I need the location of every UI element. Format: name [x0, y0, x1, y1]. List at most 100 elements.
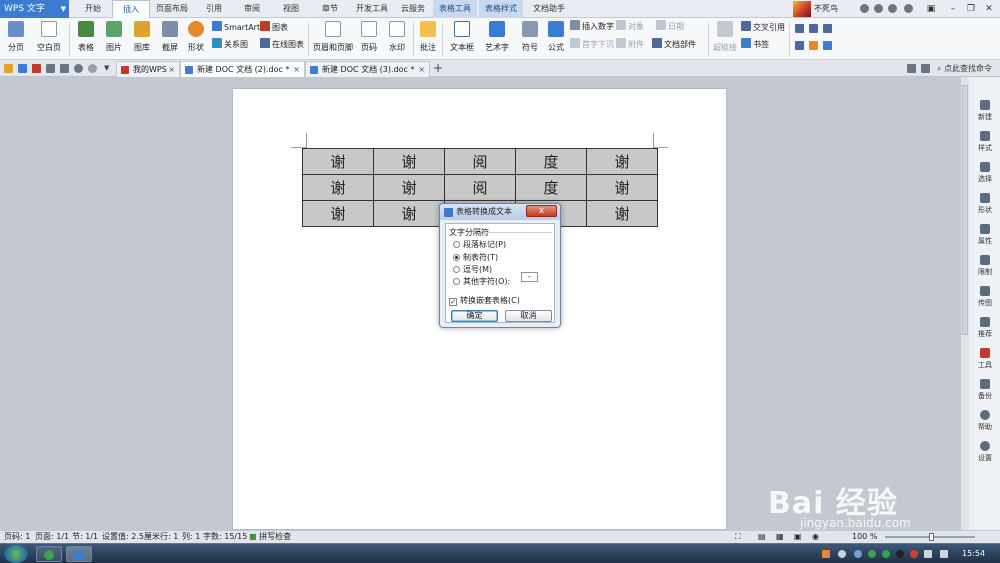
sidebar-item-select[interactable]: 选择 [970, 162, 1000, 184]
doc-parts-button[interactable]: 文档部件 [652, 38, 696, 52]
sidebar-item-restrict[interactable]: 限制 [970, 255, 1000, 277]
taskbar-clock[interactable]: 15:54 [962, 544, 985, 563]
hyperlink-button[interactable]: 超链接 [712, 21, 738, 52]
sidebar-item-upload-image[interactable]: 传图 [970, 286, 1000, 308]
view-web-icon[interactable]: ▣ [794, 531, 802, 543]
taskbar-app-wps[interactable] [66, 546, 92, 562]
dialog-close-button[interactable]: x [526, 205, 557, 217]
scrollbar-thumb[interactable] [962, 85, 968, 335]
blank-page-button[interactable]: 空白页 [33, 21, 65, 52]
table-cell[interactable]: 谢 [302, 148, 374, 175]
avatar[interactable] [793, 1, 811, 17]
sidebar-item-help[interactable]: 帮助 [970, 410, 1000, 432]
tab-table-tools[interactable]: 表格工具 [433, 0, 477, 18]
open-icon[interactable] [4, 64, 13, 73]
sidebar-item-properties[interactable]: 属性 [970, 224, 1000, 246]
table-cell[interactable]: 度 [515, 148, 587, 175]
view-outline-icon[interactable]: ▦ [776, 531, 784, 543]
grid-icon[interactable] [823, 24, 832, 33]
bookmark-button[interactable]: 书签 [741, 38, 769, 52]
save-icon[interactable] [18, 64, 27, 73]
spell-check-button[interactable]: ■ 拼写检查 [249, 531, 291, 543]
new-tab-icon[interactable]: + [433, 62, 443, 74]
comment-button[interactable]: 批注 [417, 21, 439, 52]
find-command[interactable]: ⌕ 点此查找命令 [937, 60, 992, 77]
table-cell[interactable]: 谢 [302, 200, 374, 227]
ok-button[interactable]: 确定 [451, 310, 498, 322]
gear-icon[interactable] [874, 4, 883, 13]
skin-icon[interactable] [860, 4, 869, 13]
tab-view[interactable]: 视图 [274, 0, 308, 18]
option-other[interactable]: 其他字符(O): [453, 277, 510, 287]
view-icon[interactable] [795, 41, 804, 50]
attachment-button[interactable]: 附件 [616, 38, 644, 52]
textbox-button[interactable]: 文本框 [447, 21, 477, 52]
layout-icon[interactable] [795, 24, 804, 33]
tab-table-style[interactable]: 表格样式 [479, 0, 523, 18]
table-cell[interactable]: 谢 [586, 200, 658, 227]
formula-button[interactable]: 公式 [545, 21, 567, 52]
maximize-button[interactable]: ❐ [962, 0, 980, 18]
cross-ref-button[interactable]: 交叉引用 [741, 21, 785, 35]
table-cell[interactable]: 谢 [586, 174, 658, 201]
table-cell[interactable]: 阅 [444, 148, 516, 175]
option-comma[interactable]: 逗号(M) [453, 265, 492, 275]
minimize-button[interactable]: – [944, 0, 962, 18]
online-chart-button[interactable]: 在线图表 [260, 38, 304, 52]
paint-icon[interactable] [809, 41, 818, 50]
sidebar-item-new[interactable]: 新建 [970, 100, 1000, 122]
close-icon[interactable]: × [168, 62, 175, 78]
tab-doc-assistant[interactable]: 文档助手 [527, 0, 571, 18]
sidebar-item-recommend[interactable]: 推荐 [970, 317, 1000, 339]
tray-app-icon[interactable] [822, 550, 830, 558]
tab-home[interactable]: 开始 [77, 0, 109, 18]
vertical-scrollbar[interactable] [961, 77, 969, 530]
table-cell[interactable]: 谢 [373, 148, 445, 175]
display-icon[interactable] [924, 550, 932, 558]
table-cell[interactable]: 谢 [373, 174, 445, 201]
close-icon[interactable]: × [293, 62, 300, 78]
wordart-button[interactable]: 艺术字 [481, 21, 513, 52]
tab-review[interactable]: 审阅 [235, 0, 269, 18]
pdf-icon[interactable] [32, 64, 41, 73]
relation-button[interactable]: 关系图 [212, 38, 248, 52]
shirt-icon[interactable] [888, 4, 897, 13]
sidebar-item-backup[interactable]: 备份 [970, 379, 1000, 401]
print-icon[interactable] [46, 64, 55, 73]
redo-icon[interactable] [88, 64, 97, 73]
tab-references[interactable]: 引用 [197, 0, 231, 18]
tab-doc-2[interactable]: 新建 DOC 文档 (2).doc * × [180, 61, 305, 77]
chart-button[interactable]: 图表 [260, 21, 288, 35]
sidebar-item-tools[interactable]: 工具 [970, 348, 1000, 370]
update-icon[interactable] [882, 550, 890, 558]
object-button[interactable]: 对象 [616, 20, 644, 34]
share-icon[interactable] [921, 64, 930, 73]
close-button[interactable]: ✕ [980, 0, 998, 18]
sidebar-item-shape[interactable]: 形状 [970, 193, 1000, 215]
taskbar-app-browser[interactable] [36, 546, 62, 562]
antivirus-icon[interactable] [910, 550, 918, 558]
page-break-button[interactable]: 分页 [2, 21, 30, 52]
app-menu-button[interactable]: WPS 文字 ▼ [0, 0, 69, 18]
symbol-button[interactable]: 符号 [518, 21, 542, 52]
table-cell[interactable]: 谢 [373, 200, 445, 227]
cancel-button[interactable]: 取消 [505, 310, 552, 322]
header-footer-button[interactable]: 页眉和页脚 [313, 21, 353, 52]
sidebar-item-settings[interactable]: 设置 [970, 441, 1000, 463]
dialog-title-bar[interactable]: 表格转换成文本 x [440, 204, 560, 220]
start-button[interactable] [4, 545, 28, 563]
insert-number-button[interactable]: 插入数字 [570, 20, 614, 34]
picture-button[interactable]: 图片 [102, 21, 126, 52]
screenshot-button[interactable]: 截屏 [158, 21, 182, 52]
zoom-level[interactable]: 100 % [852, 531, 877, 543]
fullscreen-icon[interactable]: ⛶ [735, 531, 741, 543]
undo-icon[interactable] [74, 64, 83, 73]
shape-button[interactable]: 形状 [184, 21, 208, 52]
tab-doc-3[interactable]: 新建 DOC 文档 (3).doc * × [305, 61, 430, 77]
security-icon[interactable] [868, 550, 876, 558]
tab-developer[interactable]: 开发工具 [351, 0, 393, 18]
tab-cloud[interactable]: 云服务 [396, 0, 430, 18]
preview-icon[interactable] [60, 64, 69, 73]
help-icon[interactable] [904, 4, 913, 13]
zoom-slider-knob[interactable] [929, 533, 934, 541]
